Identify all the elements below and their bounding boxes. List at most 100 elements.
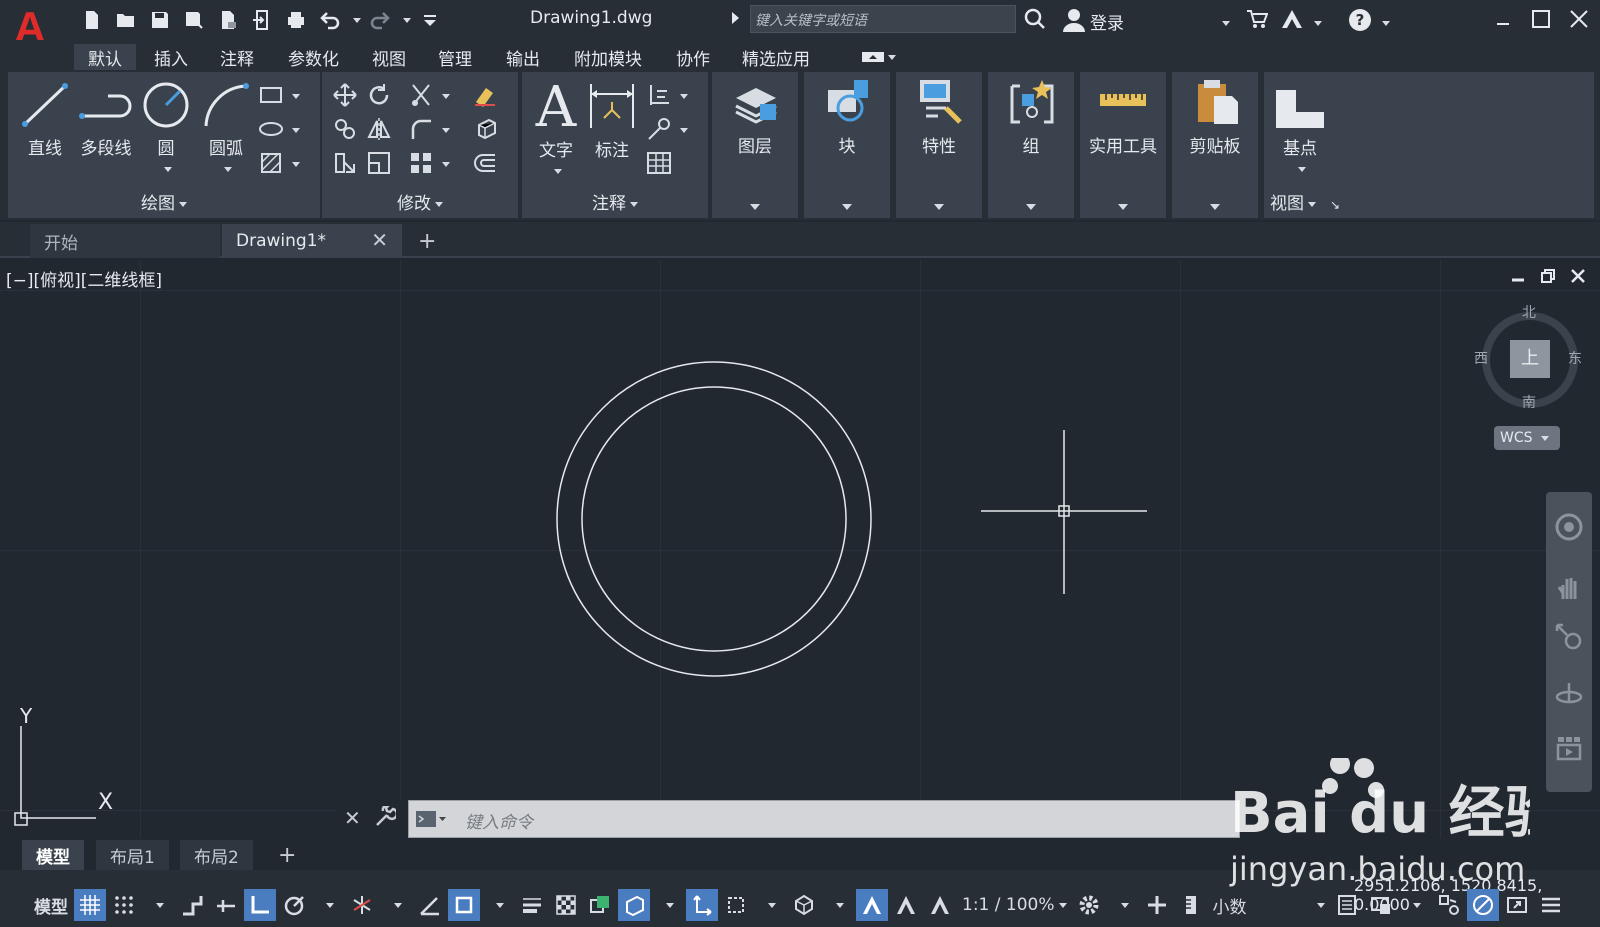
units-select[interactable]: 小数 — [1209, 889, 1329, 921]
units-icon[interactable] — [1175, 889, 1207, 921]
save-icon[interactable] — [144, 6, 176, 34]
dynamic-ucs-icon[interactable] — [686, 889, 718, 921]
move-icon[interactable] — [332, 82, 358, 108]
clipboard-dropdown-icon[interactable] — [1210, 204, 1220, 210]
group-dropdown-icon[interactable] — [1026, 204, 1036, 210]
autodesk-a360-icon[interactable] — [1280, 8, 1304, 35]
rotate-icon[interactable] — [366, 82, 392, 108]
block-panel[interactable]: 块 — [804, 72, 890, 218]
ribbon-minimize-toggle[interactable] — [848, 44, 910, 70]
block-dropdown-icon[interactable] — [842, 204, 852, 210]
compass-north[interactable]: 北 — [1522, 302, 1536, 322]
command-history-icon[interactable] — [415, 809, 446, 829]
wcs-menu-button[interactable]: WCS — [1494, 426, 1560, 450]
command-input[interactable]: 键入命令 — [408, 800, 1240, 838]
tab-output[interactable]: 输出 — [492, 44, 554, 70]
utilities-panel[interactable]: 实用工具 — [1080, 72, 1166, 218]
customize-toolbar-icon[interactable] — [414, 6, 446, 34]
trim-dropdown-icon[interactable] — [442, 94, 450, 99]
hatch-icon[interactable] — [258, 150, 284, 176]
compass-west[interactable]: 西 — [1474, 348, 1488, 368]
array-dropdown-icon[interactable] — [442, 162, 450, 167]
steering-wheel-icon[interactable] — [1554, 512, 1584, 542]
arc-button[interactable]: 圆弧 — [194, 80, 258, 179]
search-icon[interactable] — [1024, 8, 1046, 35]
workspace-dropdown-icon[interactable] — [1107, 889, 1139, 921]
close-icon[interactable] — [1562, 4, 1596, 34]
selection-filter-icon[interactable] — [720, 889, 752, 921]
search-input[interactable]: 键入关键字或短语 — [750, 5, 1016, 33]
undo-dropdown-icon[interactable] — [348, 6, 362, 34]
export-icon[interactable] — [212, 6, 244, 34]
minimize-icon[interactable] — [1486, 4, 1520, 34]
hatch-dropdown-icon[interactable] — [292, 162, 300, 167]
annotation-scale-icon[interactable] — [924, 889, 956, 921]
polyline-button[interactable]: 多段线 — [70, 80, 142, 159]
tab-start[interactable]: 开始 — [30, 224, 220, 258]
tab-featured-apps[interactable]: 精选应用 — [728, 44, 824, 70]
cart-icon[interactable] — [1246, 8, 1269, 35]
copy-icon[interactable] — [332, 116, 358, 142]
print-icon[interactable] — [280, 6, 312, 34]
selection-cycling-icon[interactable] — [584, 889, 616, 921]
properties-dropdown-icon[interactable] — [934, 204, 944, 210]
circle-dropdown-icon[interactable] — [164, 166, 172, 172]
inner-circle[interactable] — [581, 386, 847, 652]
3d-snap-dropdown-icon[interactable] — [652, 889, 684, 921]
group-panel[interactable]: 组 — [988, 72, 1074, 218]
save-as-icon[interactable] — [178, 6, 210, 34]
grid-icon[interactable] — [74, 889, 106, 921]
layers-dropdown-icon[interactable] — [750, 204, 760, 210]
customization-menu-icon[interactable] — [1535, 889, 1567, 921]
polar-tracking-icon[interactable] — [278, 889, 310, 921]
new-tab-button[interactable]: + — [412, 224, 442, 258]
a360-dropdown-icon[interactable] — [1310, 12, 1322, 33]
multileader-icon[interactable] — [646, 116, 672, 142]
close-command-line-icon[interactable]: ✕ — [344, 806, 361, 830]
tab-default[interactable]: 默认 — [74, 44, 136, 70]
redo-dropdown-icon[interactable] — [398, 6, 412, 34]
clipboard-panel[interactable]: 剪贴板 — [1172, 72, 1258, 218]
lock-ui-icon[interactable] — [1365, 889, 1397, 921]
text-button[interactable]: A 文字 — [526, 78, 586, 181]
object-snap-tracking-icon[interactable] — [414, 889, 446, 921]
snap-dropdown-icon[interactable] — [142, 889, 174, 921]
new-layout-button[interactable]: + — [264, 840, 310, 870]
polar-dropdown-icon[interactable] — [312, 889, 344, 921]
scale-icon[interactable] — [366, 150, 392, 176]
fillet-icon[interactable] — [408, 116, 434, 142]
mirror-icon[interactable] — [366, 116, 392, 142]
tab-annotate[interactable]: 注释 — [206, 44, 268, 70]
offset-icon[interactable] — [472, 150, 498, 176]
workspace-gear-icon[interactable] — [1073, 889, 1105, 921]
snap-icon[interactable] — [108, 889, 140, 921]
gizmo-dropdown-icon[interactable] — [822, 889, 854, 921]
user-icon[interactable] — [1062, 8, 1086, 37]
annotation-visibility-icon[interactable] — [856, 889, 888, 921]
zoom-extents-icon[interactable] — [1554, 622, 1584, 652]
selection-filter-dropdown-icon[interactable] — [754, 889, 786, 921]
gizmo-icon[interactable] — [788, 889, 820, 921]
clean-screen-icon[interactable] — [1501, 889, 1533, 921]
tab-parametric[interactable]: 参数化 — [274, 44, 353, 70]
base-point-dropdown-icon[interactable] — [1298, 166, 1306, 172]
ellipse-dropdown-icon[interactable] — [292, 128, 300, 133]
arc-dropdown-icon[interactable] — [224, 166, 232, 172]
panel-launcher-icon[interactable]: ↘ — [1330, 198, 1340, 212]
multileader-dropdown-icon[interactable] — [680, 128, 688, 133]
redo-icon[interactable] — [364, 6, 396, 34]
orbit-icon[interactable] — [1554, 680, 1584, 710]
isodraft-icon[interactable] — [346, 889, 378, 921]
erase-icon[interactable] — [472, 82, 498, 108]
rectangle-dropdown-icon[interactable] — [292, 94, 300, 99]
lock-dropdown-icon[interactable] — [1399, 889, 1431, 921]
pan-hand-icon[interactable] — [1554, 572, 1584, 602]
dynamic-input-icon[interactable] — [210, 889, 242, 921]
ortho-icon[interactable] — [244, 889, 276, 921]
ellipse-icon[interactable] — [258, 116, 284, 142]
compass-east[interactable]: 东 — [1568, 348, 1582, 368]
help-icon[interactable]: ? — [1348, 8, 1372, 37]
modify-panel-title[interactable]: 修改 — [322, 189, 518, 214]
tab-manage[interactable]: 管理 — [424, 44, 486, 70]
properties-panel[interactable]: 特性 — [896, 72, 982, 218]
